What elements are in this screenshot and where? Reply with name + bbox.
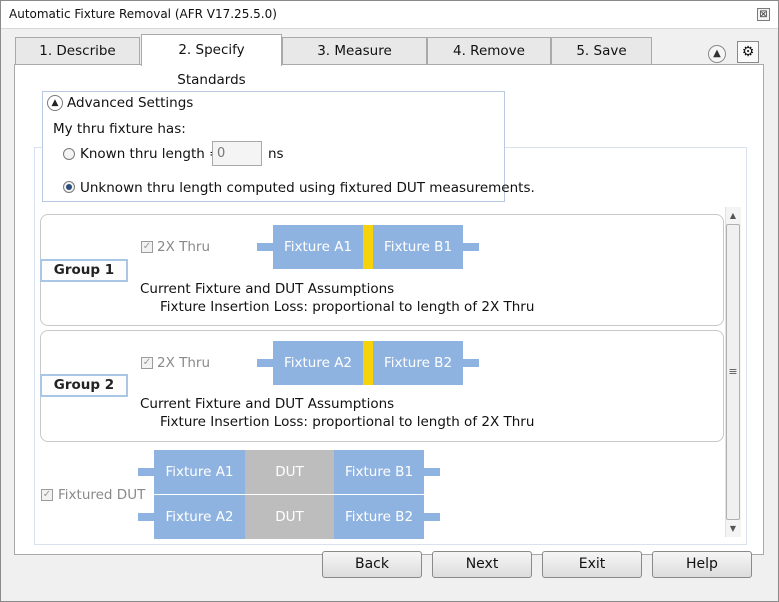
group-2-button[interactable]: Group 2 [40, 374, 128, 397]
unknown-thru-label: Unknown thru length computed using fixtu… [80, 180, 535, 196]
port-stub [257, 359, 273, 367]
fixture-block: Fixture A2 [273, 341, 363, 385]
group-1-button[interactable]: Group 1 [40, 259, 128, 282]
help-button[interactable]: Help [652, 551, 752, 578]
tab-save-fixture[interactable]: 5. Save Fixture [551, 37, 652, 85]
dut-block: DUT [245, 495, 334, 539]
back-button[interactable]: Back [322, 551, 422, 578]
grip-icon: ≡ [728, 365, 738, 378]
port-stub [257, 243, 273, 251]
thru-marker [363, 341, 373, 385]
close-icon[interactable]: ⊠ [757, 8, 770, 21]
fixture-block: Fixture B2 [373, 341, 463, 385]
title-bar: Automatic Fixture Removal (AFR V17.25.5.… [1, 1, 778, 29]
dut-block: DUT [245, 450, 334, 494]
next-button[interactable]: Next [432, 551, 532, 578]
assumptions-detail: Fixture Insertion Loss: proportional to … [160, 299, 535, 315]
window-title: Automatic Fixture Removal (AFR V17.25.5.… [9, 7, 277, 21]
tab-specify-standards[interactable]: 2. Specify Standards [141, 34, 282, 88]
known-thru-label: Known thru length = [80, 146, 221, 162]
thru-checkbox[interactable]: ✓ [141, 357, 153, 369]
fixtured-dut-label: Fixtured DUT [58, 487, 146, 503]
chevron-up-icon[interactable]: ▲ [47, 95, 63, 111]
scroll-down-icon[interactable]: ▼ [727, 523, 739, 535]
tab-describe-fixture[interactable]: 1. Describe Fixture [15, 37, 140, 85]
fixture-block: Fixture B1 [373, 225, 463, 269]
tab-measure-standards[interactable]: 3. Measure Standards [282, 37, 427, 85]
assumptions-title: Current Fixture and DUT Assumptions [140, 396, 395, 412]
thru-marker [363, 225, 373, 269]
fixture-block: Fixture A1 [273, 225, 363, 269]
scroll-up-icon[interactable]: ▲ [727, 210, 739, 222]
tab-remove-fixture[interactable]: 4. Remove Fixture [427, 37, 551, 85]
chevron-up-icon[interactable]: ▲ [708, 45, 726, 63]
assumptions-detail: Fixture Insertion Loss: proportional to … [160, 414, 535, 430]
fixture-block: Fixture A2 [154, 495, 245, 539]
port-stub [424, 513, 440, 521]
unknown-thru-radio[interactable] [63, 181, 75, 193]
fixture-block: Fixture B1 [334, 450, 424, 494]
assumptions-title: Current Fixture and DUT Assumptions [140, 281, 395, 297]
known-thru-radio[interactable] [63, 148, 75, 160]
port-stub [463, 243, 479, 251]
thru-checkbox-label: 2X Thru [157, 239, 211, 255]
port-stub [138, 513, 154, 521]
thru-checkbox[interactable]: ✓ [141, 241, 153, 253]
thru-checkbox-label: 2X Thru [157, 355, 211, 371]
thru-fixture-prompt: My thru fixture has: [53, 121, 186, 137]
gear-icon[interactable]: ⚙ [737, 41, 759, 63]
thru-length-input[interactable]: 0 [212, 141, 262, 166]
port-stub [138, 468, 154, 476]
advanced-settings-title: Advanced Settings [67, 95, 194, 111]
thru-length-unit: ns [268, 146, 284, 162]
exit-button[interactable]: Exit [542, 551, 642, 578]
fixture-block: Fixture A1 [154, 450, 245, 494]
port-stub [424, 468, 440, 476]
fixtured-dut-checkbox[interactable]: ✓ [41, 489, 53, 501]
port-stub [463, 359, 479, 367]
fixture-block: Fixture B2 [334, 495, 424, 539]
